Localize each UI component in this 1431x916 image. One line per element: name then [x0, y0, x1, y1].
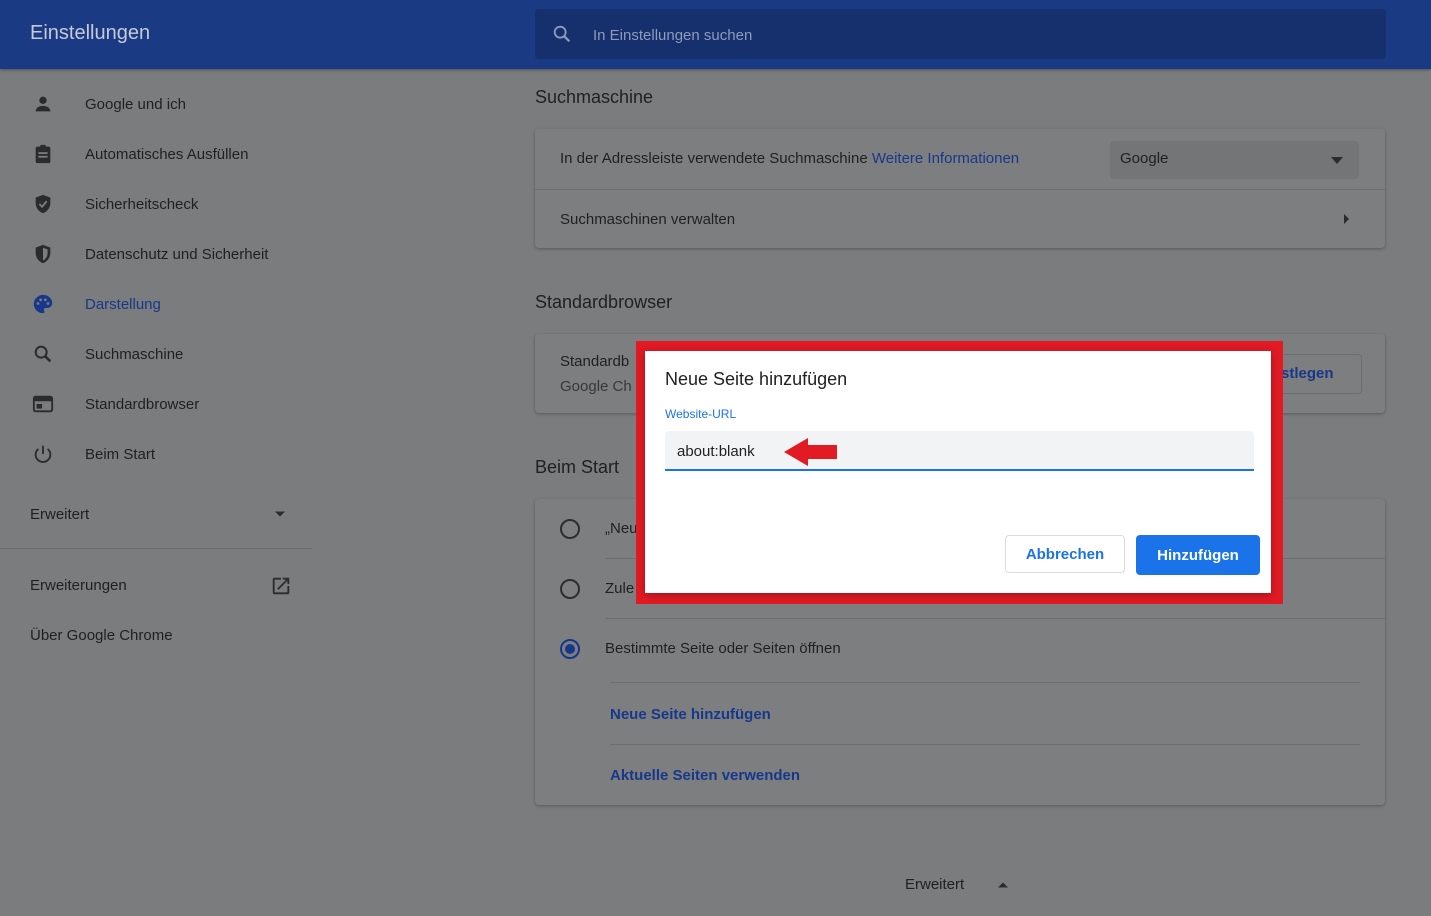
sidebar-item-appearance[interactable]: Darstellung — [0, 284, 310, 324]
manage-search-engines[interactable]: Suchmaschinen verwalten — [560, 211, 735, 228]
row-divider — [605, 618, 1385, 619]
sidebar-extensions-link[interactable]: Erweiterungen — [30, 577, 127, 594]
sidebar-item-on-startup[interactable]: Beim Start — [0, 434, 310, 474]
settings-search-box[interactable] — [535, 9, 1386, 61]
radio-new-tab-label: „Neu — [605, 520, 638, 537]
sidebar-item-search-engine[interactable]: Suchmaschine — [0, 334, 310, 374]
radio-specific-pages[interactable] — [560, 639, 580, 659]
radio-new-tab[interactable] — [560, 519, 580, 539]
sidebar-item-label: Standardbrowser — [85, 395, 200, 413]
sidebar-advanced-toggle[interactable]: Erweitert — [30, 506, 89, 523]
sidebar-about-chrome-link[interactable]: Über Google Chrome — [30, 627, 173, 644]
sidebar-divider — [0, 548, 312, 549]
app-header: Einstellungen — [0, 0, 1431, 69]
power-icon — [34, 445, 52, 463]
sidebar-item-default-browser[interactable]: Standardbrowser — [0, 384, 310, 424]
row-divider — [610, 682, 1360, 683]
website-url-input[interactable] — [675, 431, 1239, 471]
external-link-icon[interactable] — [270, 575, 292, 597]
dialog-title: Neue Seite hinzufügen — [665, 369, 848, 389]
sidebar-item-autofill[interactable]: Automatisches Ausfüllen — [0, 134, 310, 174]
website-url-label: Website-URL — [665, 407, 737, 421]
sidebar-item-label: Google und ich — [85, 95, 186, 113]
footer-advanced-toggle[interactable]: Erweitert — [905, 876, 964, 893]
add-page-dialog: Neue Seite hinzufügen Website-URL Abbrec… — [645, 351, 1271, 593]
shield-icon — [35, 244, 51, 264]
radio-continue-label: Zule — [605, 580, 635, 597]
palette-icon — [33, 294, 53, 314]
row-divider — [610, 744, 1360, 745]
sidebar-item-label: Beim Start — [85, 445, 156, 463]
search-engine-select[interactable]: Google — [1110, 141, 1359, 179]
chevron-up-icon[interactable] — [997, 881, 1009, 889]
chevron-right-icon[interactable] — [1343, 213, 1351, 225]
address-bar-engine-text: In der Adressleiste verwendete Suchmasch… — [560, 150, 868, 167]
search-engine-card: In der Adressleiste verwendete Suchmasch… — [535, 129, 1385, 248]
website-url-field[interactable] — [665, 431, 1254, 471]
add-new-page-link[interactable]: Neue Seite hinzufügen — [610, 706, 771, 723]
search-icon — [34, 345, 52, 363]
selected-engine: Google — [1120, 150, 1169, 167]
sidebar-item-label: Automatisches Ausfüllen — [85, 145, 249, 163]
browser-icon — [32, 395, 54, 413]
section-title-on-startup: Beim Start — [535, 457, 620, 477]
chevron-down-icon[interactable] — [274, 510, 286, 518]
row-divider — [535, 189, 1385, 190]
add-button[interactable]: Hinzufügen — [1136, 535, 1260, 575]
more-info-link[interactable]: Weitere Informationen — [872, 150, 1019, 167]
radio-continue[interactable] — [560, 579, 580, 599]
sidebar-item-label: Sicherheitscheck — [85, 195, 199, 213]
dropdown-caret-icon — [1331, 157, 1343, 164]
search-icon — [553, 25, 571, 43]
sidebar-item-label: Datenschutz und Sicherheit — [85, 245, 269, 263]
radio-specific-pages-label: Bestimmte Seite oder Seiten öffnen — [605, 640, 841, 657]
make-default-button[interactable]: stlegen — [1270, 354, 1362, 394]
use-current-pages-link[interactable]: Aktuelle Seiten verwenden — [610, 767, 800, 784]
cancel-button[interactable]: Abbrechen — [1005, 535, 1125, 573]
sidebar-item-google-und-ich[interactable]: Google und ich — [0, 84, 310, 124]
shield-check-icon — [35, 194, 51, 214]
red-arrow-icon — [784, 438, 837, 466]
default-browser-subtitle: Google Ch — [560, 378, 632, 395]
page-title: Einstellungen — [30, 22, 151, 44]
section-title-default-browser: Standardbrowser — [535, 292, 673, 312]
default-browser-title: Standardb — [560, 353, 630, 370]
sidebar-item-safety-check[interactable]: Sicherheitscheck — [0, 184, 310, 224]
section-title-search-engine: Suchmaschine — [535, 87, 654, 107]
sidebar-item-label: Darstellung — [85, 295, 161, 313]
sidebar-item-label: Suchmaschine — [85, 345, 184, 363]
address-bar-engine-row: In der Adressleiste verwendete Suchmasch… — [560, 150, 1019, 167]
search-input[interactable] — [591, 9, 1355, 61]
clipboard-icon — [35, 144, 51, 164]
sidebar-item-privacy[interactable]: Datenschutz und Sicherheit — [0, 234, 310, 274]
make-default-button-label: stlegen — [1281, 365, 1334, 382]
person-icon — [35, 96, 51, 112]
